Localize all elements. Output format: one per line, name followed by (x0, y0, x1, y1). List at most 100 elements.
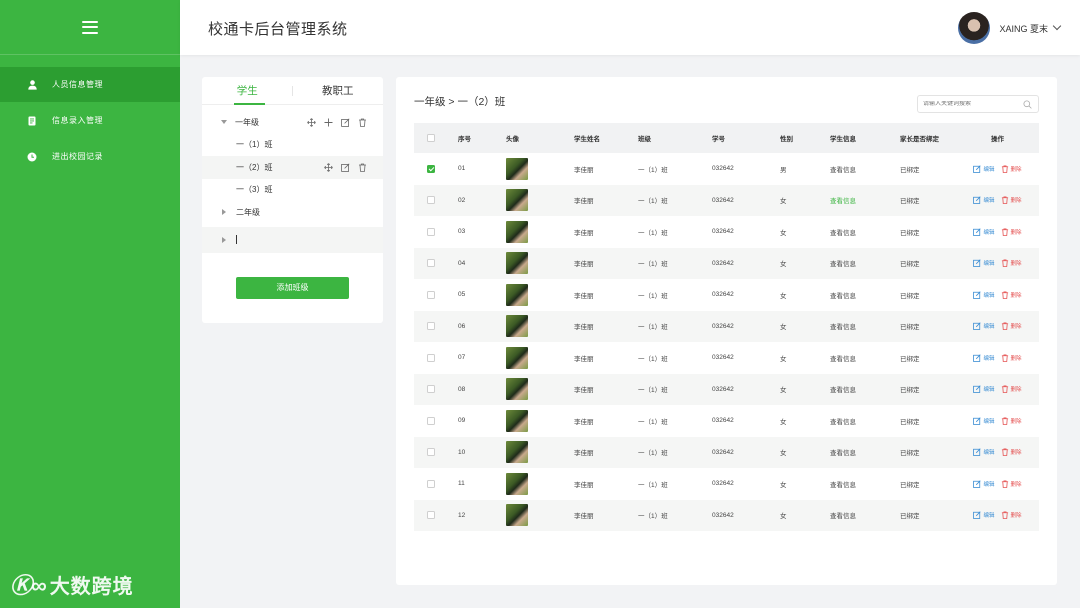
cell-student-id: 032642 (712, 322, 734, 330)
student-photo (506, 252, 528, 275)
row-checkbox[interactable] (427, 164, 435, 173)
edit-button[interactable]: 编辑 (973, 291, 995, 299)
menu-toggle-icon[interactable] (82, 20, 98, 34)
caret-down-icon[interactable] (221, 120, 227, 125)
row-checkbox[interactable] (427, 448, 435, 457)
row-checkbox[interactable] (427, 479, 435, 488)
table-row: 05 李佳丽 一（1）班 032642 女 查看信息 已绑定 编辑 删除 (414, 279, 1039, 311)
trash-icon[interactable] (358, 118, 367, 127)
delete-button[interactable]: 删除 (1001, 291, 1022, 299)
row-checkbox[interactable] (427, 322, 435, 331)
delete-button[interactable]: 删除 (1001, 196, 1022, 204)
tree-node-class-selected[interactable]: 一（2）班 (202, 156, 383, 179)
tree-node-class[interactable]: 一（1）班 (202, 134, 383, 157)
delete-button[interactable]: 删除 (1001, 354, 1022, 362)
move-icon[interactable] (307, 117, 316, 127)
edit-button[interactable]: 编辑 (973, 322, 995, 330)
plus-icon[interactable] (324, 118, 333, 127)
sidebar-item-personnel[interactable]: 人员信息管理 (0, 67, 180, 102)
edit-button[interactable]: 编辑 (973, 228, 995, 236)
delete-button[interactable]: 删除 (1001, 228, 1022, 236)
caret-right-icon[interactable] (222, 236, 226, 243)
view-info-link[interactable]: 查看信息 (830, 419, 856, 426)
row-checkbox[interactable] (427, 290, 435, 299)
row-select (414, 448, 458, 457)
sidebar-item-info-entry[interactable]: 信息录入管理 (0, 103, 180, 138)
view-info-link[interactable]: 查看信息 (830, 324, 856, 331)
edit-button[interactable]: 编辑 (973, 448, 995, 456)
cell-parent-bound: 已绑定 (900, 229, 920, 237)
delete-button[interactable]: 删除 (1001, 511, 1022, 519)
trash-icon (1001, 511, 1008, 520)
edit-button[interactable]: 编辑 (973, 480, 995, 488)
view-info-link[interactable]: 查看信息 (830, 261, 856, 268)
sidebar-item-campus-records[interactable]: 进出校园记录 (0, 139, 180, 174)
view-info-link[interactable]: 查看信息 (830, 230, 856, 237)
view-info-link[interactable]: 查看信息 (830, 356, 856, 363)
edit-button[interactable]: 编辑 (973, 417, 995, 425)
caret-right-icon[interactable] (222, 209, 226, 216)
edit-icon (973, 228, 982, 236)
student-photo (506, 409, 528, 432)
tree-node-new[interactable] (202, 226, 383, 253)
search-input[interactable] (923, 101, 1023, 107)
add-class-button[interactable]: 添加班级 (236, 277, 349, 299)
view-info-link[interactable]: 查看信息 (830, 167, 856, 174)
cell-student-id: 032642 (712, 291, 734, 299)
row-checkbox[interactable] (427, 196, 435, 205)
cell-student-id: 032642 (712, 511, 734, 519)
view-info-link[interactable]: 查看信息 (830, 198, 856, 205)
cell-gender: 男 (780, 166, 787, 174)
user-menu[interactable]: XAING 夏末 (958, 12, 1062, 44)
cell-class: 一（1）班 (638, 324, 668, 332)
tree-node-grade-1[interactable]: 一年级 (202, 111, 383, 134)
delete-button[interactable]: 删除 (1001, 448, 1022, 456)
search-box[interactable] (917, 95, 1039, 113)
row-checkbox[interactable] (427, 385, 435, 394)
view-info-link[interactable]: 查看信息 (830, 387, 856, 394)
row-select (414, 416, 458, 425)
edit-button[interactable]: 编辑 (973, 511, 995, 519)
move-icon[interactable] (324, 162, 333, 172)
document-icon (27, 116, 37, 126)
edit-button[interactable]: 编辑 (973, 165, 995, 173)
edit-icon[interactable] (341, 163, 350, 172)
row-checkbox[interactable] (427, 259, 435, 268)
row-checkbox[interactable] (427, 416, 435, 425)
delete-button[interactable]: 删除 (1001, 165, 1022, 173)
edit-icon (973, 259, 982, 268)
edit-button[interactable]: 编辑 (973, 354, 995, 362)
delete-button[interactable]: 删除 (1001, 322, 1022, 330)
row-checkbox[interactable] (427, 511, 435, 520)
tab-staff[interactable]: 教职工 (293, 77, 384, 104)
delete-button[interactable]: 删除 (1001, 417, 1022, 425)
tree-node-grade-2[interactable]: 二年级 (202, 201, 383, 224)
sidebar-item-label: 信息录入管理 (52, 116, 103, 125)
cell-info: 查看信息 (830, 195, 900, 205)
search-icon[interactable] (1023, 100, 1032, 111)
row-checkbox[interactable] (427, 227, 435, 236)
edit-icon[interactable] (341, 118, 350, 127)
watermark-text: 大数跨境 (49, 575, 134, 598)
chevron-down-icon[interactable] (1052, 21, 1062, 31)
delete-button[interactable]: 删除 (1001, 385, 1022, 393)
avatar[interactable] (958, 12, 991, 44)
edit-button[interactable]: 编辑 (973, 385, 995, 393)
view-info-link[interactable]: 查看信息 (830, 482, 856, 489)
edit-button[interactable]: 编辑 (973, 196, 995, 204)
tree-node-class[interactable]: 一（3）班 (202, 179, 383, 202)
view-info-link[interactable]: 查看信息 (830, 513, 856, 520)
tree-node-label: 二年级 (236, 207, 260, 217)
view-info-link[interactable]: 查看信息 (830, 293, 856, 300)
delete-label: 删除 (1010, 418, 1022, 425)
view-info-link[interactable]: 查看信息 (830, 450, 856, 457)
tab-students[interactable]: 学生 (202, 77, 293, 105)
row-checkbox[interactable] (427, 353, 435, 362)
trash-icon[interactable] (358, 163, 367, 172)
delete-button[interactable]: 删除 (1001, 259, 1022, 267)
edit-button[interactable]: 编辑 (973, 259, 995, 268)
person-icon (27, 79, 37, 90)
delete-button[interactable]: 删除 (1001, 480, 1022, 488)
table-row: 09 李佳丽 一（1）班 032642 女 查看信息 已绑定 编辑 删除 (414, 405, 1039, 437)
select-all-checkbox[interactable] (427, 134, 435, 142)
